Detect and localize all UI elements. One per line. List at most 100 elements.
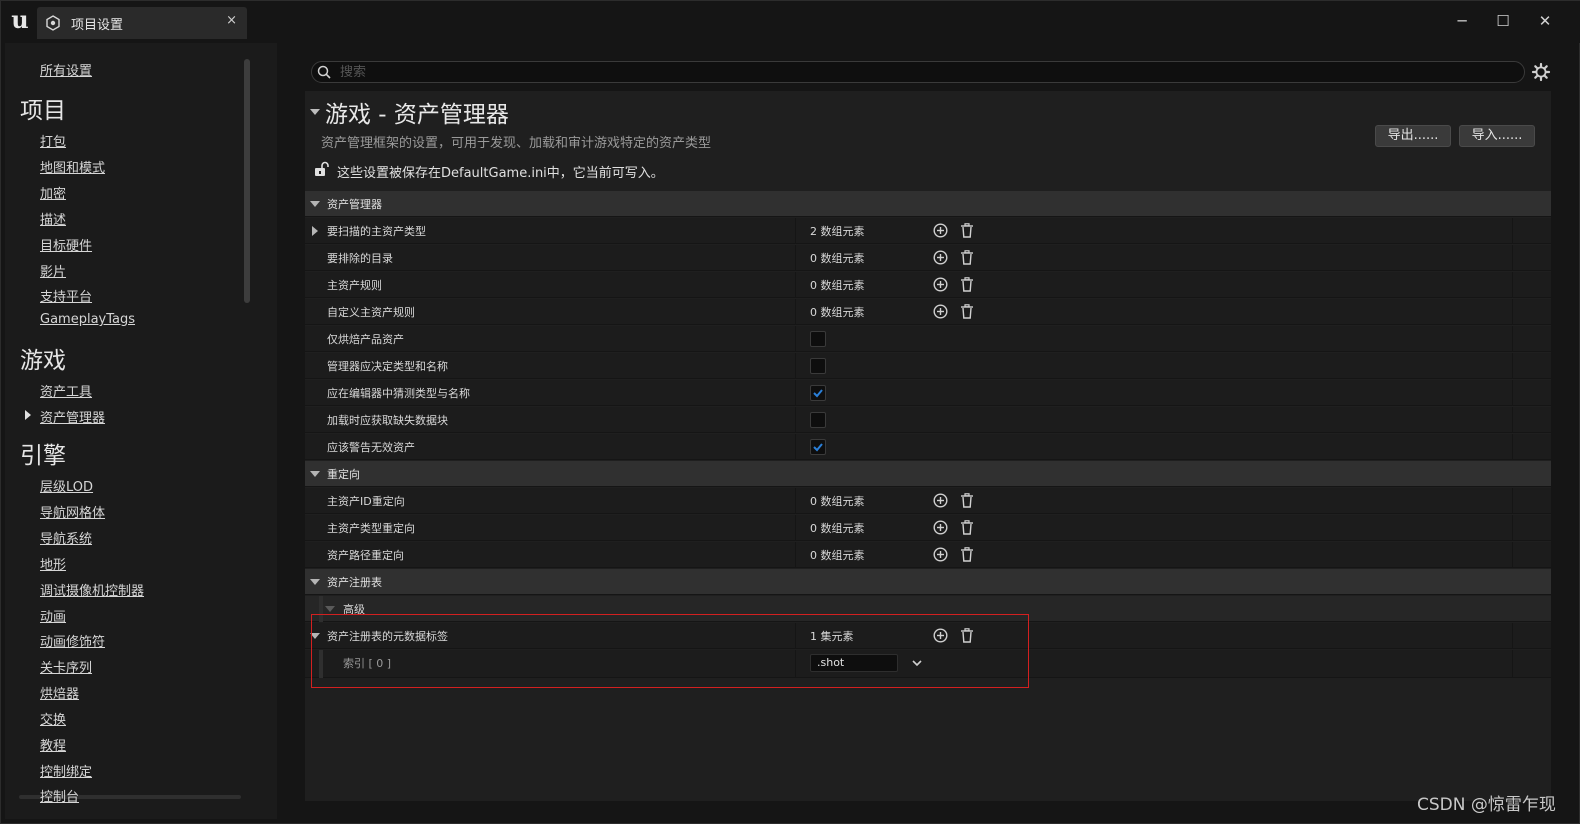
category-label: 重定向 (327, 468, 360, 481)
property-label: 应该警告无效资产 (327, 441, 415, 454)
sidebar-item-landscape[interactable]: 地形 (40, 554, 66, 573)
property-label: 应在编辑器中猜测类型与名称 (327, 387, 470, 400)
sidebar-item-navmesh[interactable]: 导航网格体 (40, 502, 105, 521)
add-element-icon[interactable] (933, 547, 948, 562)
property-row: 管理器应决定类型和名称 (305, 353, 1551, 379)
sidebar-item-navigation-system[interactable]: 导航系统 (40, 528, 92, 547)
property-row: 资产注册表的元数据标签 1 集元素 (305, 623, 1551, 649)
sidebar-item-target-hardware[interactable]: 目标硬件 (40, 235, 92, 254)
checkbox-unchecked[interactable] (810, 358, 826, 374)
settings-panel: 游戏 - 资产管理器 资产管理框架的设置，可用于发现、加载和审计游戏特定的资产类… (305, 91, 1551, 801)
page-description: 资产管理框架的设置，可用于发现、加载和审计游戏特定的资产类型 (321, 136, 712, 151)
sidebar-item-encryption[interactable]: 加密 (40, 183, 66, 202)
property-row: 加载时应获取缺失数据块 (305, 407, 1551, 433)
trash-icon[interactable] (960, 223, 974, 238)
sidebar-item-animation-modifiers[interactable]: 动画修饰符 (40, 631, 105, 650)
search-input[interactable] (338, 63, 1508, 81)
trash-icon[interactable] (960, 493, 974, 508)
subcategory-advanced[interactable]: 高级 (305, 596, 1551, 622)
sidebar-item-cooker[interactable]: 烘焙器 (40, 683, 79, 702)
array-count: 0 数组元素 (810, 522, 865, 535)
sidebar-section-game: 游戏 (20, 348, 66, 374)
property-row: 要扫描的主资产类型 2 数组元素 (305, 218, 1551, 244)
sidebar-section-engine: 引擎 (20, 443, 66, 469)
trash-icon[interactable] (960, 628, 974, 643)
add-element-icon[interactable] (933, 520, 948, 535)
add-element-icon[interactable] (933, 223, 948, 238)
sidebar-item-console[interactable]: 控制台 (40, 786, 79, 805)
search-box[interactable] (311, 61, 1525, 83)
set-count: 1 集元素 (810, 630, 854, 643)
add-element-icon[interactable] (933, 250, 948, 265)
sidebar-item-tutorials[interactable]: 教程 (40, 735, 66, 754)
add-element-icon[interactable] (933, 493, 948, 508)
category-asset-manager[interactable]: 资产管理器 (305, 191, 1551, 217)
category-label: 资产注册表 (327, 576, 382, 589)
trash-icon[interactable] (960, 304, 974, 319)
sidebar-item-all-settings[interactable]: 所有设置 (40, 60, 92, 79)
sidebar-item-supported-platforms[interactable]: 支持平台 (40, 286, 92, 305)
expand-arrow-icon[interactable] (310, 633, 320, 639)
sidebar-item-animation[interactable]: 动画 (40, 606, 66, 625)
gear-icon[interactable] (1531, 62, 1551, 82)
property-row: 资产路径重定向 0 数组元素 (305, 542, 1551, 568)
sidebar-item-packaging[interactable]: 打包 (40, 131, 66, 150)
search-icon (317, 65, 331, 79)
tab-close-icon[interactable]: × (226, 13, 237, 28)
trash-icon[interactable] (960, 277, 974, 292)
property-row: 要排除的目录 0 数组元素 (305, 245, 1551, 271)
sidebar-item-movies[interactable]: 影片 (40, 261, 66, 280)
sidebar-item-level-sequence[interactable]: 关卡序列 (40, 657, 92, 676)
checkbox-checked[interactable] (810, 385, 826, 401)
collapse-arrow-icon[interactable] (310, 109, 320, 115)
expand-arrow-icon[interactable] (312, 226, 318, 236)
import-button[interactable]: 导入...... (1459, 125, 1535, 147)
sidebar-item-debug-camera[interactable]: 调试摄像机控制器 (40, 580, 144, 599)
array-count: 0 数组元素 (810, 279, 865, 292)
trash-icon[interactable] (960, 520, 974, 535)
property-row: 应该警告无效资产 (305, 434, 1551, 460)
close-window-button[interactable]: ✕ (1527, 9, 1563, 33)
property-row: 自定义主资产规则 0 数组元素 (305, 299, 1551, 325)
property-label: 主资产ID重定向 (327, 495, 405, 508)
property-row: 仅烘焙产品资产 (305, 326, 1551, 352)
property-row: 主资产类型重定向 0 数组元素 (305, 515, 1551, 541)
trash-icon[interactable] (960, 250, 974, 265)
expand-arrow-icon[interactable] (310, 579, 320, 585)
sidebar-item-asset-tools[interactable]: 资产工具 (40, 381, 92, 400)
chevron-down-icon[interactable] (911, 657, 923, 669)
property-row: 主资产规则 0 数组元素 (305, 272, 1551, 298)
expand-arrow-icon[interactable] (325, 606, 335, 612)
category-asset-registry[interactable]: 资产注册表 (305, 569, 1551, 595)
checkbox-checked[interactable] (810, 439, 826, 455)
expand-arrow-icon[interactable] (310, 471, 320, 477)
sidebar-section-project: 项目 (20, 98, 66, 124)
sidebar-item-interchange[interactable]: 交换 (40, 709, 66, 728)
sidebar-item-control-rig[interactable]: 控制绑定 (40, 761, 92, 780)
sidebar-item-hlod[interactable]: 层级LOD (40, 476, 93, 495)
checkbox-unchecked[interactable] (810, 412, 826, 428)
sidebar-item-maps-modes[interactable]: 地图和模式 (40, 157, 105, 176)
subcategory-label: 高级 (343, 603, 365, 616)
active-item-arrow-icon (25, 410, 31, 420)
export-button[interactable]: 导出...... (1375, 125, 1451, 147)
array-count: 2 数组元素 (810, 225, 865, 238)
category-redirects[interactable]: 重定向 (305, 461, 1551, 487)
sidebar-item-description[interactable]: 描述 (40, 209, 66, 228)
expand-arrow-icon[interactable] (310, 201, 320, 207)
trash-icon[interactable] (960, 547, 974, 562)
minimize-button[interactable]: ─ (1444, 9, 1480, 33)
add-element-icon[interactable] (933, 304, 948, 319)
maximize-button[interactable]: ☐ (1485, 9, 1521, 33)
checkbox-unchecked[interactable] (810, 331, 826, 347)
sidebar-scrollbar[interactable] (244, 59, 250, 303)
property-row: 索引 [ 0 ] .shot (305, 650, 1551, 678)
property-label: 要排除的目录 (327, 252, 393, 265)
tab-label: 项目设置 (71, 18, 124, 33)
tag-text-field[interactable]: .shot (810, 654, 898, 672)
sidebar-item-gameplay-tags[interactable]: GameplayTags (40, 312, 135, 327)
add-element-icon[interactable] (933, 628, 948, 643)
sidebar-item-asset-manager[interactable]: 资产管理器 (40, 407, 105, 426)
add-element-icon[interactable] (933, 277, 948, 292)
project-settings-tab[interactable]: 项目设置 × (37, 7, 247, 39)
